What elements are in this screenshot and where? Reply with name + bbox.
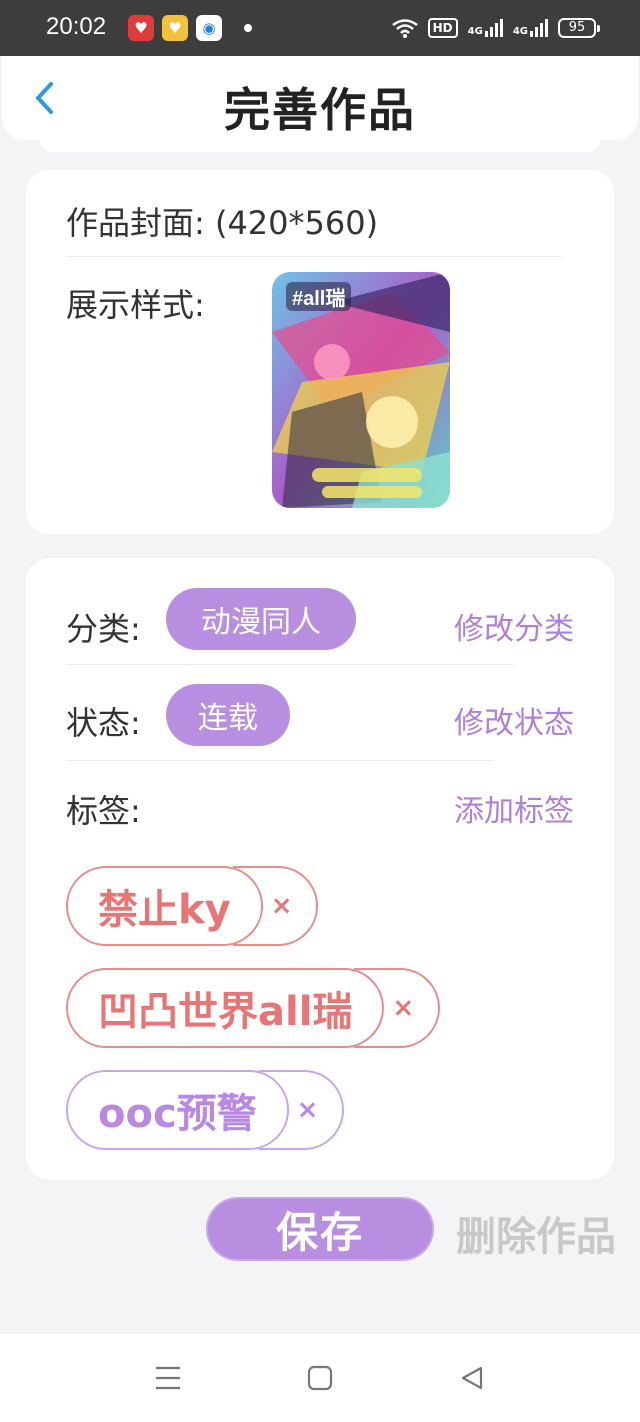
pinduoduo-app-icon: ♥ [128,15,154,41]
modify-category-link[interactable]: 修改分类 [454,604,574,648]
home-square-icon [307,1365,333,1391]
display-style-label: 展示样式: [66,286,205,324]
tag-chip: 凹凸世界all瑞 × [66,968,441,1048]
home-nav-button[interactable] [304,1362,336,1394]
delete-work-button[interactable]: 删除作品 [456,1204,616,1262]
wifi-icon [391,19,418,38]
tag-chip: 禁止ky × [66,866,319,946]
back-triangle-icon [461,1366,483,1390]
tag-label: ooc预警 [66,1070,289,1150]
menu-nav-button[interactable] [152,1362,184,1394]
category-label: 分类: [66,610,141,648]
status-time: 20:02 [46,13,107,40]
back-nav-button[interactable] [456,1362,488,1394]
info-card: 分类: 动漫同人 修改分类 状态: 连载 修改状态 标签: 添加标签 禁止ky … [26,558,614,1180]
network-type-label: 4G [467,26,483,37]
save-button[interactable]: 保存 [208,1199,432,1259]
tag-chip: ooc预警 × [66,1070,345,1150]
modify-status-link[interactable]: 修改状态 [454,698,574,742]
header-shadow [40,140,600,152]
cover-card: 作品封面: (420*560) 展示样式: #all瑞 [26,170,614,534]
add-tag-link[interactable]: 添加标签 [454,786,574,830]
cover-image-caption: #all瑞 [286,282,352,311]
cover-label: 作品封面: (420*560) [66,204,379,242]
network-type-label-2: 4G [512,26,528,37]
coupon-app-icon: ♥ [162,15,188,41]
tag-label: 凹凸世界all瑞 [66,968,385,1048]
signal-icon: 4G [468,19,503,37]
divider [66,256,562,257]
app-header: 完善作品 [2,56,638,140]
tag-label: 禁止ky [66,866,263,946]
status-bar: 20:02 ♥ ♥ ◉ HD 4G 4G 95 [0,0,640,56]
hd-icon: HD [427,18,458,38]
menu-icon [156,1366,180,1390]
notification-dot-icon [244,24,252,32]
cover-image[interactable]: #all瑞 [272,272,450,508]
system-nav-bar [0,1334,640,1422]
divider [66,664,514,665]
status-label: 状态: [66,704,141,742]
signal-icon-2: 4G [513,19,548,37]
camera-app-icon: ◉ [196,15,222,41]
battery-icon: 95 [558,18,600,38]
status-badge: 连载 [166,684,290,746]
tags-label: 标签: [66,792,141,830]
page-title: 完善作品 [224,83,416,137]
status-indicators: HD 4G 4G 95 [391,14,600,42]
category-badge: 动漫同人 [166,588,356,650]
divider [66,760,494,761]
